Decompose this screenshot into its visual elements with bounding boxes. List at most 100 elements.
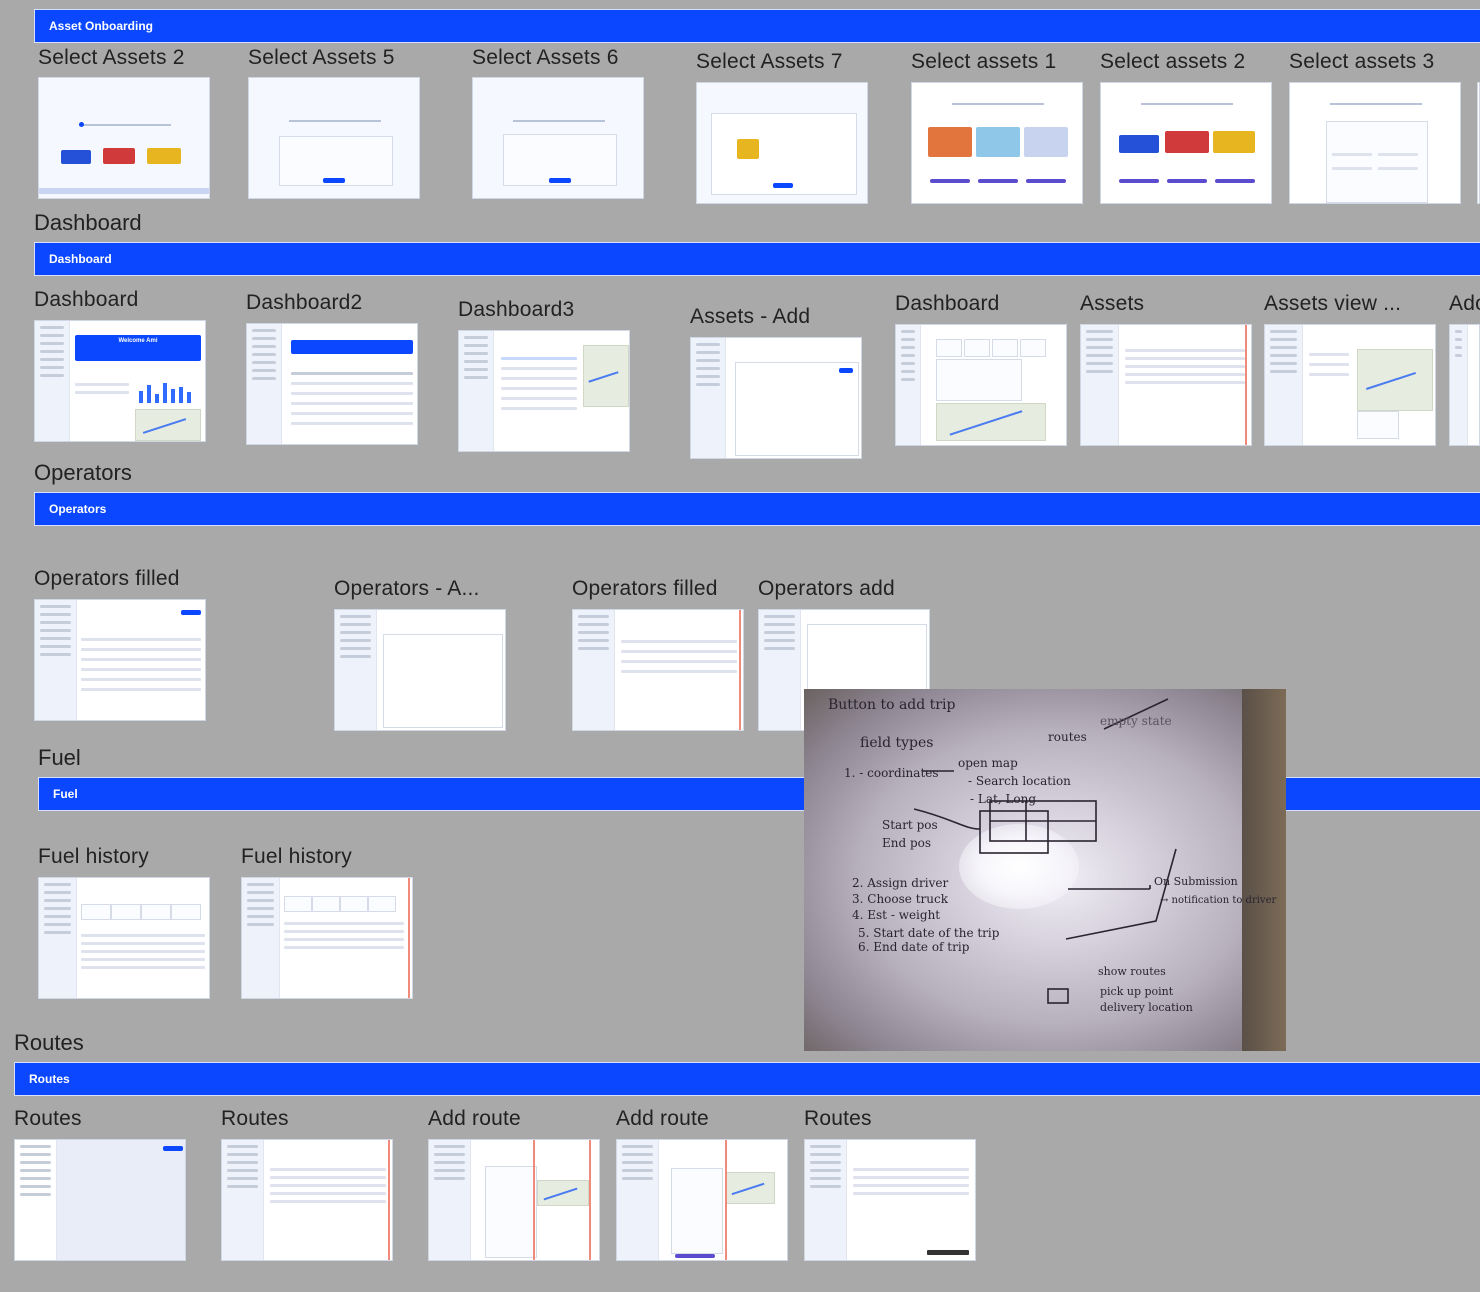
routes-banner[interactable]: Routes (14, 1062, 1480, 1096)
frame-label[interactable]: Dashboard (34, 288, 139, 312)
section-title-dashboard: Dashboard (34, 210, 142, 235)
frame-label[interactable]: Dashboard (895, 292, 1000, 316)
select-button (930, 179, 970, 183)
wb-lat-long: - Lat, Long (970, 792, 1036, 806)
section-title-operators: Operators (34, 460, 132, 485)
thumb-select-assets-2[interactable] (38, 77, 210, 199)
stepper (513, 120, 605, 122)
frame-label[interactable]: Select Assets 7 (696, 50, 843, 74)
frame-edge-marker (589, 1140, 591, 1260)
frame-label[interactable]: Fuel history (38, 845, 149, 869)
thumb-assets[interactable] (1080, 324, 1252, 446)
sidebar (573, 610, 615, 730)
table-row (270, 1192, 386, 1195)
table-row (81, 966, 205, 969)
frame-edge-marker (388, 1140, 390, 1260)
frame-label[interactable]: Select Assets 5 (248, 46, 395, 70)
table-row (853, 1168, 969, 1171)
list-row (1309, 353, 1349, 356)
table-row (81, 648, 201, 651)
frame-label[interactable]: Ado (1449, 292, 1480, 316)
sidebar (691, 338, 726, 458)
frame-label[interactable]: Add route (428, 1107, 521, 1131)
dashboard-banner[interactable]: Dashboard (34, 242, 1480, 276)
thumb-fuel-history[interactable] (38, 877, 210, 999)
thumb-operators-filled[interactable] (34, 599, 206, 721)
table-row (1125, 381, 1245, 384)
frame-label[interactable]: Operators - A... (334, 577, 480, 601)
thumb-routes-2[interactable] (804, 1139, 976, 1261)
table-row (291, 422, 413, 425)
thumb-select-assets-3[interactable] (1289, 82, 1461, 204)
thumb-assets-view[interactable] (1264, 324, 1436, 446)
frame-label[interactable]: Assets - Add (690, 305, 810, 329)
frame-label[interactable]: Select Assets 6 (472, 46, 619, 70)
frame-label[interactable]: Operators filled (34, 567, 180, 591)
stat-card (312, 896, 340, 912)
wb-notification: → notification to driver (1160, 895, 1276, 906)
thumb-add-route[interactable] (428, 1139, 600, 1261)
thumb-assets-add[interactable] (690, 337, 862, 459)
frame-label[interactable]: Operators filled (572, 577, 718, 601)
frame-label[interactable]: Assets (1080, 292, 1144, 316)
thumb-select-assets-2b[interactable] (1100, 82, 1272, 204)
thumb-dashboard2[interactable] (246, 323, 418, 445)
frame-edge-marker (533, 1140, 535, 1260)
table-row (501, 357, 577, 360)
frame-label[interactable]: Select assets 1 (911, 50, 1056, 74)
table-row (270, 1168, 386, 1171)
frame-label[interactable]: Assets view ... (1264, 292, 1401, 316)
welcome-text: Welcome Ami (118, 338, 158, 344)
select-button (978, 179, 1018, 183)
stepper (952, 103, 1044, 105)
thumb-dashboard-v2[interactable] (895, 324, 1067, 446)
table-row (81, 958, 205, 961)
thumb-select-assets-7[interactable] (696, 82, 868, 204)
thumb-add-route-2[interactable] (616, 1139, 788, 1261)
table-row (291, 392, 413, 395)
table-row (853, 1176, 969, 1179)
thumb-routes[interactable] (221, 1139, 393, 1261)
thumb-select-assets-1[interactable] (911, 82, 1083, 204)
frame-label[interactable]: Select assets 2 (1100, 50, 1245, 74)
asset-onboarding-banner[interactable]: Asset Onboarding (34, 9, 1480, 43)
table-header (291, 372, 413, 375)
wb-end-pos: End pos (882, 836, 931, 850)
table-row (621, 660, 737, 663)
sidebar (617, 1140, 659, 1260)
banner-label: Routes (29, 1072, 70, 1086)
frame-label[interactable]: Select Assets 2 (38, 46, 185, 70)
frame-label[interactable]: Operators add (758, 577, 895, 601)
thumb-routes-empty[interactable] (14, 1139, 186, 1261)
form-row (1332, 153, 1372, 156)
operators-banner[interactable]: Operators (34, 492, 1480, 526)
frame-label[interactable]: Dashboard3 (458, 298, 574, 322)
frame-label[interactable]: Add route (616, 1107, 709, 1131)
sidebar (429, 1140, 471, 1260)
whiteboard-photo[interactable]: Button to add trip field types 1. - coor… (804, 689, 1286, 1051)
table-row (81, 668, 201, 671)
frame-label[interactable]: Select assets 3 (1289, 50, 1434, 74)
frame-label[interactable]: Routes (804, 1107, 872, 1131)
frame-label[interactable]: Fuel history (241, 845, 352, 869)
thumb-select-assets-6[interactable] (472, 77, 644, 199)
form-row (1332, 167, 1372, 170)
wb-line5: 5. Start date of the trip (858, 926, 1000, 940)
thumb-operators-filled-2[interactable] (572, 609, 744, 731)
welcome-banner (291, 340, 413, 354)
thumb-operators-add-a[interactable] (334, 609, 506, 731)
wb-start-pos: Start pos (882, 818, 938, 832)
thumb-dashboard[interactable]: Welcome Ami (34, 320, 206, 442)
wb-empty-state: empty state (1100, 714, 1172, 728)
list-row (1309, 363, 1349, 366)
thumb-dashboard3[interactable] (458, 330, 630, 452)
thumb-select-assets-5[interactable] (248, 77, 420, 199)
table-row (291, 382, 413, 385)
banner-label: Operators (49, 502, 107, 516)
table-row (284, 930, 404, 933)
frame-label[interactable]: Routes (14, 1107, 82, 1131)
thumb-fuel-history-2[interactable] (241, 877, 413, 999)
frame-label[interactable]: Dashboard2 (246, 291, 362, 315)
frame-label[interactable]: Routes (221, 1107, 289, 1131)
thumb-partial[interactable] (1449, 324, 1480, 446)
